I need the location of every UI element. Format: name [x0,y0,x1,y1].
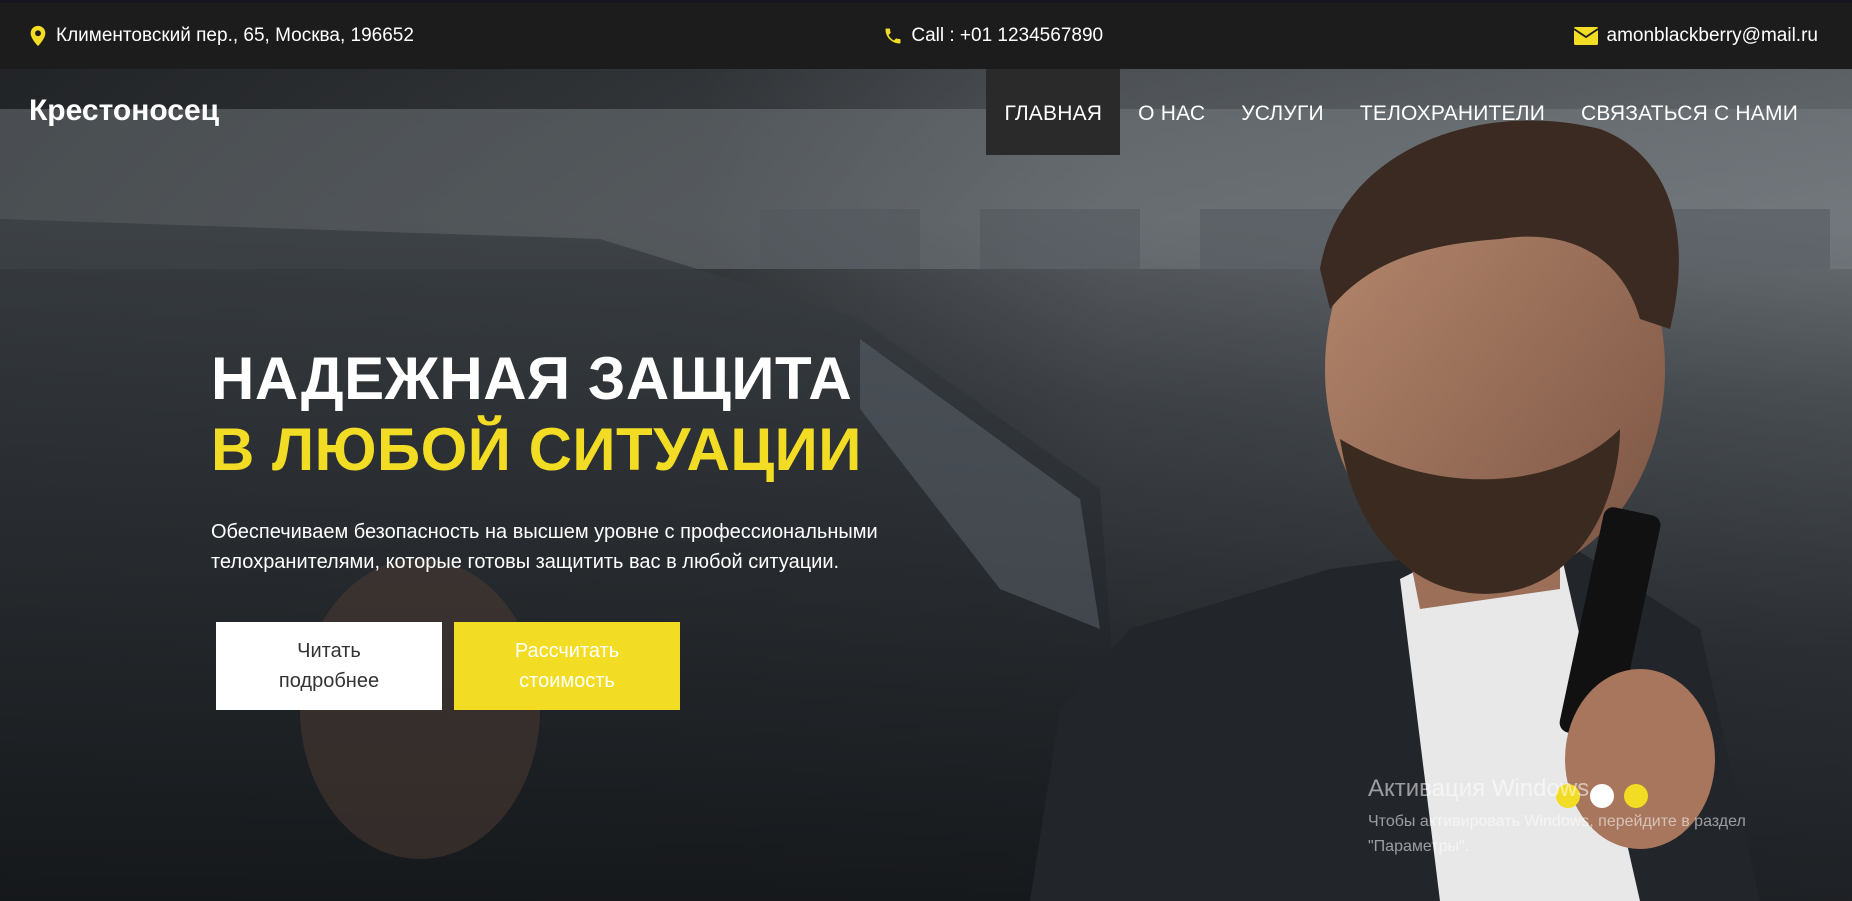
envelope-icon [1573,27,1599,45]
hero-section: Крестоносец ГЛАВНАЯ О НАС УСЛУГИ ТЕЛОХРА… [0,69,1852,901]
address-text: Климентовский пер., 65, Москва, 196652 [56,25,414,46]
map-pin-icon [30,25,46,47]
main-navigation: ГЛАВНАЯ О НАС УСЛУГИ ТЕЛОХРАНИТЕЛИ СВЯЗА… [986,69,1816,155]
windows-activation-watermark: Активация Windows Чтобы активировать Win… [1368,775,1808,859]
phone-item[interactable]: Call : +01 1234567890 [883,25,1103,47]
watermark-title: Активация Windows [1368,775,1590,802]
phone-icon [885,28,901,44]
address-item: Климентовский пер., 65, Москва, 196652 [28,25,414,47]
watermark-text: Чтобы активировать Windows, перейдите в … [1368,813,1746,855]
brand-logo[interactable]: Крестоносец [29,94,219,128]
hero-title-line1: НАДЕЖНАЯ ЗАЩИТА [211,345,853,412]
nav-item-home[interactable]: ГЛАВНАЯ [986,69,1121,155]
hero-title-line2: В ЛЮБОЙ СИТУАЦИИ [211,416,862,483]
calculate-cost-button[interactable]: Рассчитать стоимость [454,622,680,710]
phone-text[interactable]: Call : +01 1234567890 [911,25,1103,47]
hero-description: Обеспечиваем безопасность на высшем уров… [211,521,878,573]
nav-item-about[interactable]: О НАС [1120,69,1223,155]
email-text[interactable]: amonblackberry@mail.ru [1607,25,1818,47]
nav-item-contact[interactable]: СВЯЗАТЬСЯ С НАМИ [1563,69,1816,155]
top-info-bar: Климентовский пер., 65, Москва, 196652 C… [0,0,1852,69]
email-item[interactable]: amonblackberry@mail.ru [1573,25,1818,47]
read-more-button[interactable]: Читать подробнее [216,622,442,710]
nav-item-bodyguards[interactable]: ТЕЛОХРАНИТЕЛИ [1342,69,1563,155]
nav-item-services[interactable]: УСЛУГИ [1223,69,1342,155]
